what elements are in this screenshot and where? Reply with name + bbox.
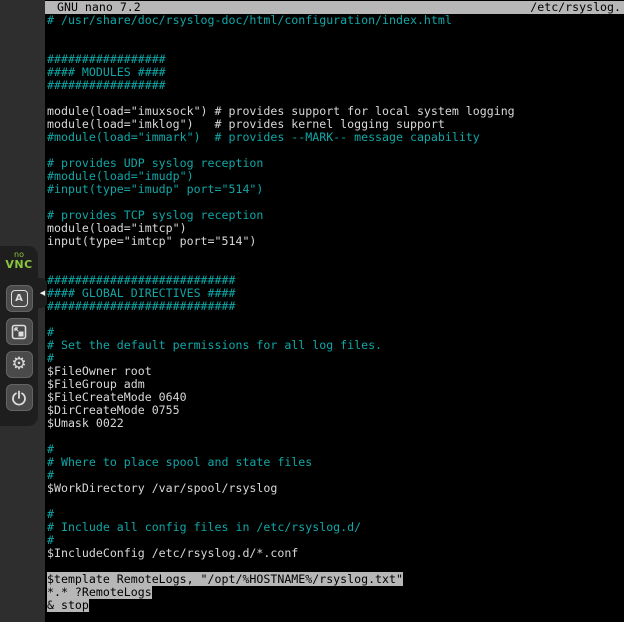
screen: no VNC A ⚙ ◀ GNU nano 7.2 /: [0, 0, 624, 622]
editor-line: [47, 248, 624, 261]
editor-line: [47, 430, 624, 443]
nano-version: GNU nano 7.2: [57, 1, 141, 14]
editor-line: input(type="imtcp" port="514"): [47, 235, 624, 248]
nano-titlebar: GNU nano 7.2 /etc/rsyslog.: [45, 1, 624, 14]
editor-line: # Set the default permissions for all lo…: [47, 339, 624, 352]
power-icon: [11, 390, 27, 406]
editor-line: [47, 27, 624, 40]
editor-line: $IncludeConfig /etc/rsyslog.d/*.conf: [47, 547, 624, 560]
keyboard-a-icon: A: [11, 290, 28, 307]
editor-line: & stop: [47, 599, 624, 612]
editor-line: #module(load="immark") # provides --MARK…: [47, 131, 624, 144]
file-path: /etc/rsyslog.: [530, 1, 621, 14]
editor-line: #################: [47, 79, 624, 92]
terminal[interactable]: GNU nano 7.2 /etc/rsyslog. # /usr/share/…: [45, 0, 624, 622]
fullscreen-button[interactable]: [6, 318, 33, 345]
editor-line: # Include all config files in /etc/rsysl…: [47, 521, 624, 534]
editor-line: $Umask 0022: [47, 417, 624, 430]
editor-content: # /usr/share/doc/rsyslog-doc/html/config…: [45, 14, 624, 622]
editor-line: $WorkDirectory /var/spool/rsyslog: [47, 482, 624, 495]
editor-line: $DirCreateMode 0755: [47, 404, 624, 417]
editor-line: # /usr/share/doc/rsyslog-doc/html/config…: [47, 14, 624, 27]
settings-gear-icon: ⚙: [11, 356, 26, 373]
editor-line: [47, 313, 624, 326]
editor-line: ###########################: [47, 300, 624, 313]
editor-line: [47, 612, 624, 622]
keyboard-button[interactable]: A: [6, 285, 33, 312]
novnc-logo: no VNC: [5, 251, 32, 270]
editor-line: [47, 495, 624, 508]
control-bar-handle[interactable]: ◀: [38, 278, 47, 308]
editor-line: *.* ?RemoteLogs: [47, 586, 624, 599]
collapse-arrow-icon: ◀: [40, 289, 45, 297]
fullscreen-icon: [11, 324, 27, 340]
editor-line: #input(type="imudp" port="514"): [47, 183, 624, 196]
novnc-logo-text-bottom: VNC: [5, 259, 32, 270]
editor-line: # Where to place spool and state files: [47, 456, 624, 469]
settings-button[interactable]: ⚙: [6, 351, 33, 378]
vnc-control-bar: no VNC A ⚙: [0, 246, 38, 426]
power-button[interactable]: [6, 384, 33, 411]
